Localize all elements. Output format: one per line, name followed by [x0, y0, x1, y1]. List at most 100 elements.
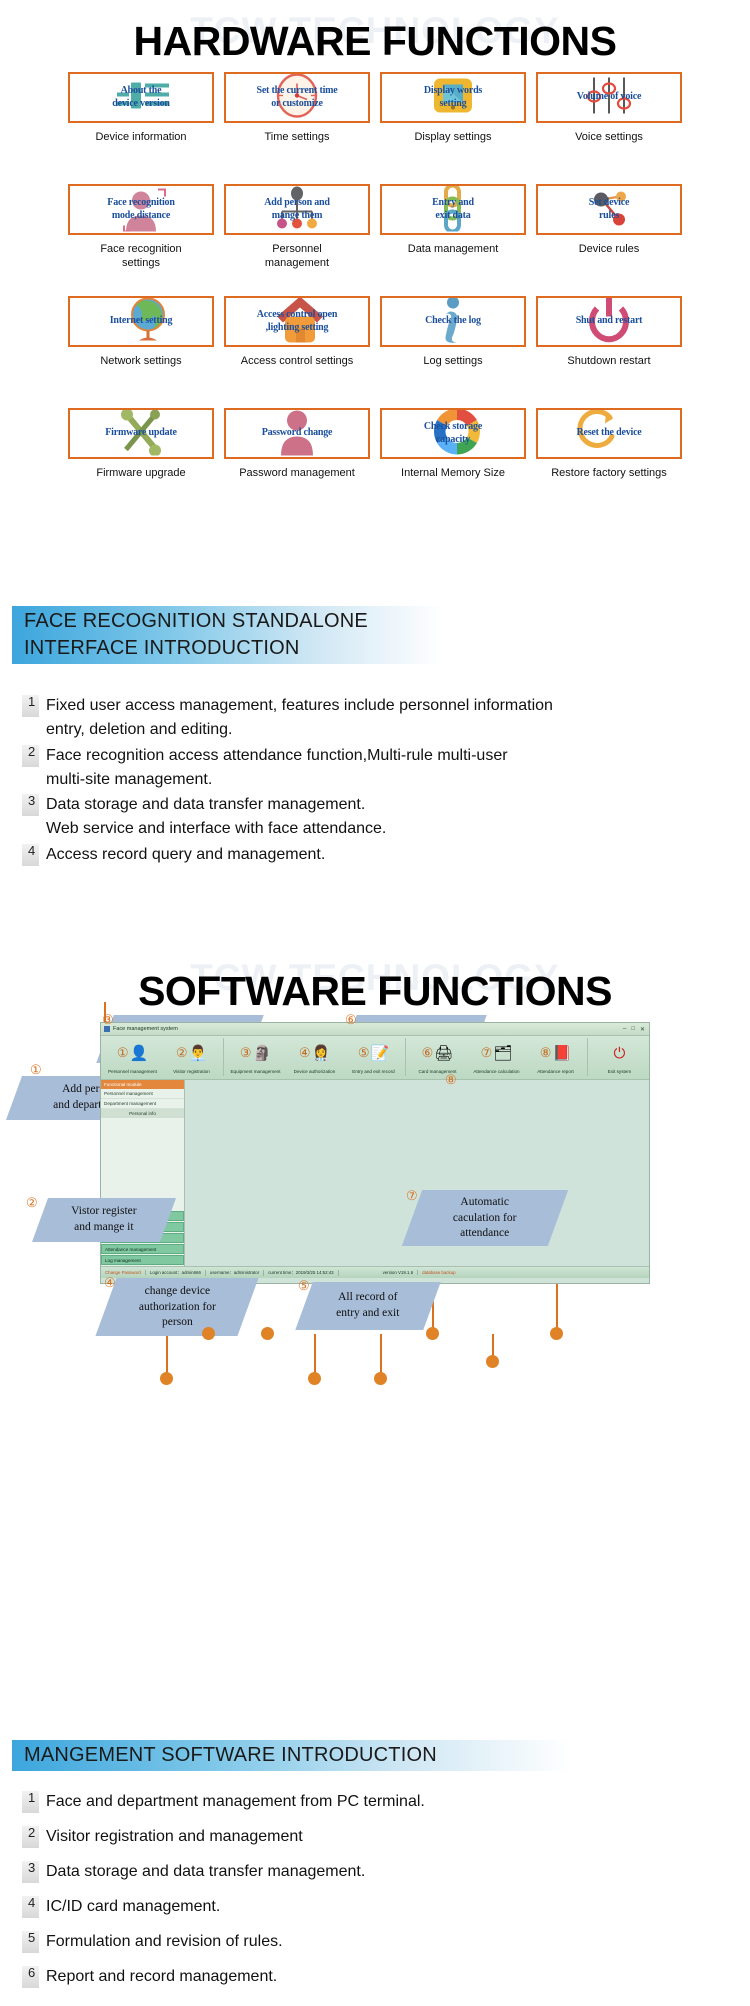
list-item: 1 Face and department management from PC…	[22, 1790, 722, 1816]
toolbar-number: ①	[116, 1045, 129, 1060]
hardware-box-label: Add person and mange them	[264, 197, 330, 221]
callout-7-text: Automatic caculation for attendance	[453, 1195, 517, 1239]
callout-1-number: ①	[30, 1062, 42, 1077]
toolbar-label: Equipment management	[230, 1069, 281, 1074]
connector-dot	[426, 1327, 439, 1340]
toolbar-item-attendance-report[interactable]: ⑧ 📕 Attendance report	[526, 1038, 585, 1074]
hardware-box-label: Entry and exit data	[432, 197, 474, 221]
status-current-time: current time：2019/3/25 14:52:43	[264, 1269, 339, 1276]
power-icon: ⏻	[613, 1044, 626, 1062]
list-number: 6	[28, 1965, 36, 1980]
record-icon: 📝	[370, 1044, 390, 1062]
close-button[interactable]: ✕	[640, 1026, 645, 1033]
callout-5-number: ⑤	[298, 1278, 310, 1293]
list-text: Face and department management from PC t…	[46, 1793, 425, 1810]
toolbar-item-attendance-calculation[interactable]: ⑦ 🗂 Attendance calculation	[467, 1038, 526, 1074]
callout-4: change device authorization for person	[95, 1278, 259, 1336]
toolbar-item-entry-exit-record[interactable]: ⑤ 📝 Entry and exit record	[344, 1038, 403, 1074]
app-toolbar: ① 👤 Personnel management ② 👨‍💼 Visitor reg…	[101, 1036, 649, 1080]
maximize-button[interactable]: □	[631, 1026, 635, 1033]
minimize-button[interactable]: –	[623, 1026, 626, 1033]
sidebar-group-log-management[interactable]: Log management	[101, 1255, 184, 1265]
list-marker: 4	[22, 1895, 42, 1921]
banner-management-software: MANGEMENT SOFTWARE INTRODUCTION	[12, 1740, 572, 1771]
list-number: 4	[28, 1895, 36, 1910]
sidebar-item-personnel-management[interactable]: Personnel management	[101, 1089, 184, 1099]
list-marker: 2	[22, 744, 42, 770]
banner-text: MANGEMENT SOFTWARE INTRODUCTION	[24, 1744, 437, 1766]
report-icon: 📕	[552, 1044, 572, 1062]
toolbar-item-device-authorization[interactable]: ④ 👩‍⚕ Device authorization	[285, 1038, 344, 1074]
toolbar-item-exit-system[interactable]: ⏻ Exit system	[590, 1038, 649, 1075]
list-marker: 5	[22, 1930, 42, 1956]
list-text: Fixed user access management, features i…	[46, 697, 553, 714]
sidebar-header: Functional module	[101, 1080, 184, 1089]
list-item: 2 Face recognition access attendance fun…	[22, 744, 722, 770]
list-marker: 3	[22, 1860, 42, 1886]
callout-7: Automatic caculation for attendance	[401, 1190, 569, 1246]
hardware-box-label: Set the current time or customize	[256, 85, 338, 109]
connector-dot	[308, 1372, 321, 1385]
toolbar-separator	[404, 1038, 406, 1076]
callout-3-number: ③	[102, 1012, 114, 1027]
list-text: Data storage and data transfer managemen…	[46, 796, 366, 814]
toolbar-item-equipment-management[interactable]: ③ 🗿 Equipment management	[226, 1038, 285, 1074]
authorization-icon: 👩‍⚕	[311, 1044, 331, 1062]
list-item: 3 Data storage and data transfer managem…	[22, 793, 722, 819]
callout-5: All record of entry and exit	[295, 1282, 441, 1330]
connector-dot	[374, 1372, 387, 1385]
list-marker: 1	[22, 694, 42, 720]
hardware-box-label: Internet setting	[109, 315, 173, 327]
list-text: Visitor registration and management	[46, 1828, 303, 1845]
toolbar-number: ④	[298, 1045, 311, 1060]
list-marker: 4	[22, 843, 42, 869]
app-window: Face management system – □ ✕ ① 👤 Personne…	[100, 1022, 650, 1284]
callout-8-number: ⑧	[445, 1072, 457, 1087]
hardware-box-label: About the device version	[112, 85, 170, 109]
toolbar-item-personnel-management[interactable]: ① 👤 Personnel management	[103, 1038, 162, 1074]
toolbar-number: ⑥	[421, 1045, 434, 1060]
list-number: 4	[28, 843, 36, 859]
person-icon: 👤	[129, 1044, 149, 1062]
hardware-box-label: Check storage capacity	[423, 421, 483, 445]
list-item: 2 Visitor registration and management	[22, 1825, 722, 1851]
list-number: 2	[28, 1825, 36, 1840]
list-marker: 1	[22, 1790, 42, 1816]
hardware-box-label: Volume of voice	[576, 91, 642, 103]
hardware-box-label: Face recognition mode,distance	[107, 197, 175, 221]
toolbar-separator	[586, 1038, 588, 1076]
list-number: 1	[28, 1790, 36, 1805]
hardware-box-label: Firmware update	[105, 427, 177, 439]
list-item: 4 IC/ID card management.	[22, 1895, 722, 1921]
toolbar-number: ③	[239, 1045, 252, 1060]
hardware-box-label: Check the log	[425, 315, 481, 327]
sidebar-group-attendance-management[interactable]: Attendance management	[101, 1244, 184, 1254]
status-database-backup[interactable]: database backup	[418, 1270, 459, 1275]
card-reader-icon: 🖨	[434, 1044, 454, 1062]
status-version: version V19.1.6	[379, 1270, 419, 1275]
list-marker: 2	[22, 1825, 42, 1851]
callout-2-number: ②	[26, 1195, 38, 1210]
toolbar-item-visitor-registration[interactable]: ② 👨‍💼 Visitor registration	[162, 1038, 221, 1074]
list-continuation: Web service and interface with face atte…	[46, 820, 387, 838]
status-username: username：administrator	[206, 1269, 265, 1276]
callout-4-text: change device authorization for person	[138, 1284, 216, 1328]
hardware-box-label: Password change	[261, 427, 333, 439]
callout-6-number: ⑥	[345, 1012, 357, 1027]
list-item: 4 Access record query and management.	[22, 843, 722, 869]
page-title-software: SOFTWARE FUNCTIONS	[138, 968, 612, 1014]
toolbar-label: Personnel management	[108, 1069, 157, 1074]
hardware-box-label: Set device rules	[588, 197, 630, 221]
list-number: 5	[28, 1930, 36, 1945]
list-number: 2	[28, 743, 36, 759]
toolbar-label: Attendance calculation	[473, 1069, 520, 1074]
banner-line-1: FACE RECOGNITION STANDALONE	[24, 610, 368, 632]
callout-2: Vistor register and mange it	[31, 1198, 177, 1242]
list-number: 3	[28, 1860, 36, 1875]
list-item: 5 Formulation and revision of rules.	[22, 1930, 722, 1956]
window-controls[interactable]: – □ ✕	[623, 1026, 649, 1033]
sidebar-item-department-management[interactable]: Department management	[101, 1099, 184, 1109]
list-text: Report and record management.	[46, 1968, 278, 1985]
toolbar-item-card-management[interactable]: ⑥ 🖨 Card management	[408, 1038, 467, 1074]
list-continuation: multi-site management.	[46, 770, 213, 788]
